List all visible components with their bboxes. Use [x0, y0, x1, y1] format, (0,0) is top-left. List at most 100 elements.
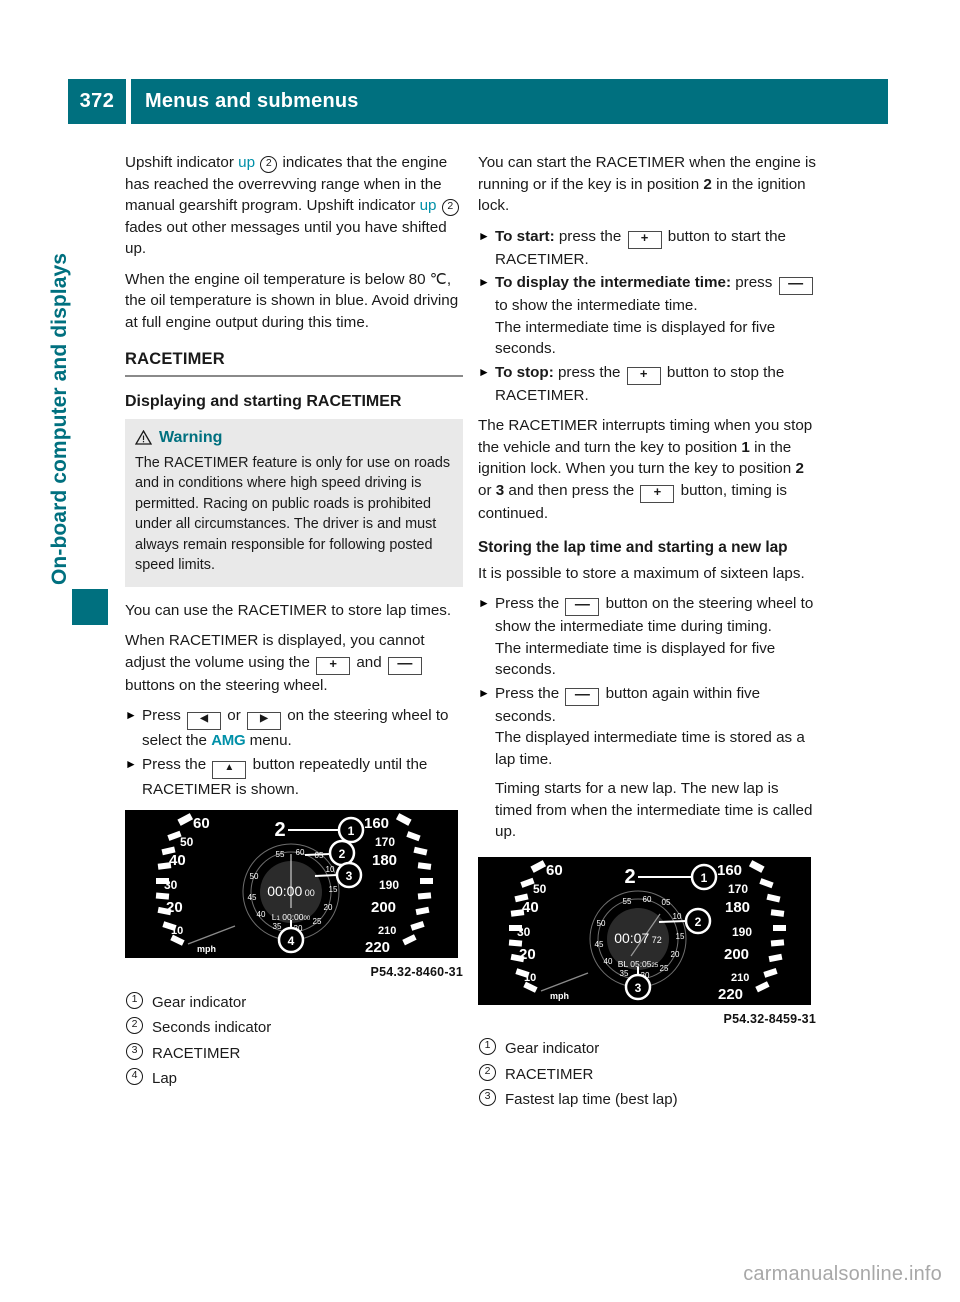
right-column: You can start the RACETIMER when the eng… [478, 152, 816, 1115]
svg-text:50: 50 [597, 919, 606, 928]
svg-text:60: 60 [546, 862, 563, 879]
section-heading-racetimer: RACETIMER [125, 349, 463, 377]
svg-text:2: 2 [339, 847, 346, 861]
text-run: Press the [495, 595, 564, 612]
svg-text:60: 60 [296, 848, 305, 857]
figure-racetimer-bestlap: 60 50 40 30 20 10 mph 160 170 180 190 20… [478, 856, 816, 1031]
figure-code: P54.32-8459-31 [723, 1011, 816, 1026]
action-step-text: To display the intermediate time: press … [495, 272, 816, 360]
action-step-show-racetimer: ► Press the ▲ button repeatedly until th… [125, 754, 463, 801]
text-run: press the [553, 363, 625, 381]
page-title: Menus and submenus [145, 90, 359, 112]
instrument-cluster-image-1: 60 50 40 30 20 10 mph 160 170 180 190 20… [125, 810, 458, 958]
text-run: press [731, 274, 777, 291]
svg-text:180: 180 [725, 899, 750, 916]
svg-text:2: 2 [624, 866, 635, 888]
chapter-side-tab-marker [72, 589, 108, 625]
steering-wheel-plus-key-icon: + [627, 230, 662, 249]
action-step-to-stop: ► To stop: press the + button to stop th… [478, 362, 816, 407]
action-step-store-lap: ► Press the — button again within five s… [478, 683, 816, 843]
svg-text:190: 190 [732, 925, 752, 939]
svg-text:15: 15 [676, 932, 685, 941]
warning-box: Warning The RACETIMER feature is only fo… [125, 419, 463, 587]
svg-text:20: 20 [324, 903, 333, 912]
text-run: press the [554, 227, 626, 245]
steering-wheel-minus-key-icon: — [778, 276, 813, 295]
legend-label: RACETIMER [505, 1065, 594, 1083]
legend-item: 3 RACETIMER [125, 1042, 463, 1065]
action-arrow-icon: ► [478, 364, 490, 379]
action-step-text: Press the — button on the steering wheel… [495, 593, 816, 681]
action-label: To start: [495, 227, 555, 245]
svg-text:200: 200 [724, 946, 749, 963]
svg-text:170: 170 [375, 835, 395, 849]
page-header: 372 Menus and submenus [68, 79, 888, 124]
warning-text: The RACETIMER feature is only for use on… [135, 454, 451, 574]
subheading-storing-lap-time: Storing the lap time and starting a new … [478, 539, 788, 556]
svg-text:20: 20 [519, 946, 536, 963]
action-arrow-icon: ► [478, 685, 490, 700]
action-step-show-intermediate: ► Press the — button on the steering whe… [478, 593, 816, 681]
legend-item: 2 Seconds indicator [125, 1017, 463, 1039]
svg-text:35: 35 [620, 969, 629, 978]
svg-text:05: 05 [662, 898, 671, 907]
action-step-to-start: ► To start: press the + button to start … [478, 226, 816, 271]
chapter-side-tab: On-board computer and displays [48, 225, 108, 625]
legend-number: 2 [479, 1063, 496, 1081]
svg-text:4: 4 [288, 934, 295, 948]
svg-text:10: 10 [326, 865, 335, 874]
svg-text:55: 55 [623, 897, 632, 906]
svg-text:20: 20 [166, 899, 183, 916]
legend-label: Seconds indicator [152, 1019, 272, 1036]
action-arrow-icon: ► [125, 708, 137, 722]
svg-text:2: 2 [695, 915, 702, 929]
legend-label: Gear indicator [505, 1040, 600, 1057]
action-step-text: To start: press the + button to start th… [495, 226, 816, 271]
action-label: To display the intermediate time: [495, 274, 732, 291]
legend-item: 2 RACETIMER [478, 1063, 816, 1086]
steering-wheel-up-key-icon: ▲ [212, 760, 247, 779]
page-number-box: 372 [68, 79, 126, 124]
text-run: fades out other messages until you have … [125, 218, 447, 258]
svg-text:40: 40 [169, 852, 186, 869]
warning-triangle-icon [134, 429, 153, 445]
svg-text:160: 160 [364, 815, 389, 832]
legend-number: 1 [126, 991, 143, 1009]
text-run: menu. [245, 732, 292, 749]
paragraph-interrupt-timing: The RACETIMER interrupts timing when you… [478, 415, 816, 524]
steering-wheel-right-key-icon: ▶ [247, 712, 281, 730]
svg-text:1: 1 [701, 871, 708, 885]
keyword-up: up [238, 154, 256, 171]
svg-text:45: 45 [248, 893, 257, 902]
svg-text:10: 10 [171, 925, 183, 937]
svg-text:220: 220 [718, 986, 743, 1003]
svg-text:180: 180 [372, 852, 397, 869]
legend-label: Fastest lap time (best lap) [505, 1091, 678, 1108]
action-arrow-icon: ► [478, 596, 490, 610]
paragraph-sixteen-laps: It is possible to store a maximum of six… [478, 564, 805, 582]
paragraph-oil-temperature: When the engine oil temperature is below… [125, 270, 459, 331]
svg-text:40: 40 [522, 899, 539, 916]
text-run: and [352, 653, 386, 671]
text-run: to show the intermediate time. [495, 297, 698, 314]
svg-text:50: 50 [180, 835, 194, 849]
text-run: Press the [142, 755, 211, 773]
svg-text:15: 15 [329, 885, 338, 894]
svg-text:210: 210 [378, 925, 396, 937]
svg-text:60: 60 [193, 815, 210, 832]
svg-text:10: 10 [524, 972, 536, 984]
svg-text:30: 30 [164, 878, 178, 892]
paragraph-store-lap-times: You can use the RACETIMER to store lap t… [125, 601, 452, 619]
action-label: To stop: [495, 363, 554, 381]
paragraph-start-conditions: You can start the RACETIMER when the eng… [478, 152, 816, 217]
ignition-position: 2 [703, 175, 712, 193]
text-run: Press the [495, 684, 564, 702]
action-arrow-icon: ► [478, 275, 490, 289]
paragraph-upshift-indicator: Upshift indicator up 2 indicates that th… [125, 152, 463, 260]
svg-text:40: 40 [257, 910, 266, 919]
svg-text:200: 200 [371, 899, 396, 916]
svg-text:160: 160 [717, 862, 742, 879]
legend-label: Lap [152, 1070, 178, 1087]
legend-number: 3 [479, 1089, 496, 1106]
figure-code: P54.32-8460-31 [370, 965, 463, 979]
